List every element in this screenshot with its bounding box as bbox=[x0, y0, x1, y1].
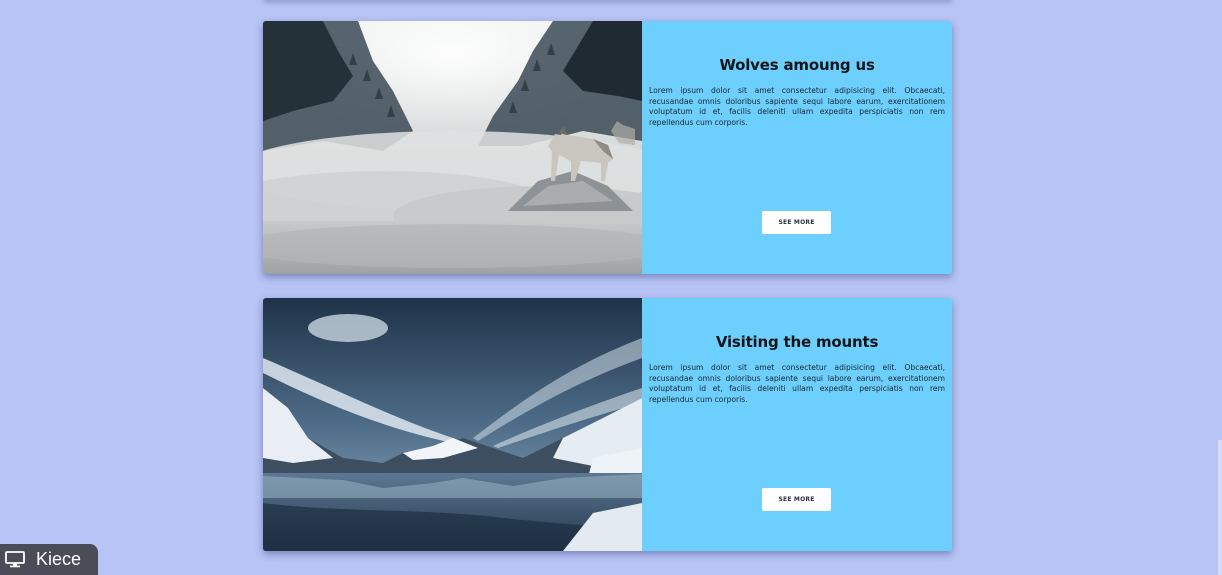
scrollbar-thumb[interactable] bbox=[1218, 440, 1222, 575]
page: Wolves amoung us Lorem ipsum dolor sit a… bbox=[0, 0, 1222, 575]
card-title: Wolves amoung us bbox=[719, 56, 875, 74]
see-more-button[interactable]: SEE MORE bbox=[762, 211, 831, 234]
mountain-lake-image bbox=[263, 298, 642, 551]
monitor-icon bbox=[5, 551, 27, 569]
taskbar-window-label: Kiece bbox=[36, 549, 82, 569]
mounts-card-body: Visiting the mounts Lorem ipsum dolor si… bbox=[642, 298, 952, 551]
see-more-button[interactable]: SEE MORE bbox=[762, 488, 831, 511]
wolves-card: Wolves amoung us Lorem ipsum dolor sit a… bbox=[263, 21, 952, 274]
taskbar-window-button[interactable]: Kiece bbox=[0, 544, 98, 575]
page-scrollbar[interactable] bbox=[1218, 0, 1222, 575]
card-text: Lorem ipsum dolor sit amet consectetur a… bbox=[649, 86, 945, 127]
wolves-card-body: Wolves amoung us Lorem ipsum dolor sit a… bbox=[642, 21, 952, 274]
card-text: Lorem ipsum dolor sit amet consectetur a… bbox=[649, 363, 945, 404]
wolf-in-fog-image bbox=[263, 21, 642, 274]
mounts-card: Visiting the mounts Lorem ipsum dolor si… bbox=[263, 298, 952, 551]
card-title: Visiting the mounts bbox=[715, 333, 879, 351]
